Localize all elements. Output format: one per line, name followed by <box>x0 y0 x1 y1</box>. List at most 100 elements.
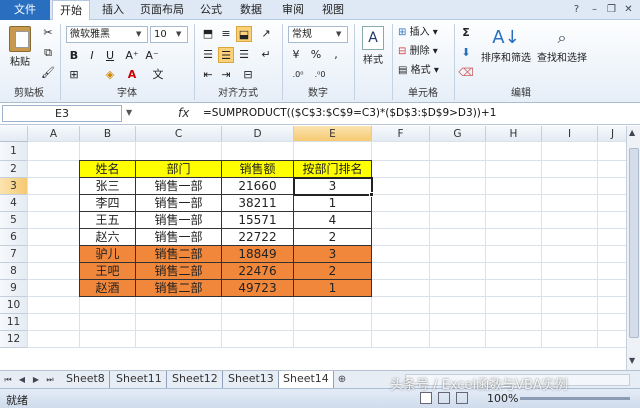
autosum-icon[interactable]: Σ <box>458 25 474 41</box>
restore-icon[interactable]: ❐ <box>605 3 618 16</box>
cut-icon[interactable]: ✂ <box>40 25 56 41</box>
increase-decimal-icon[interactable]: .0⁰ <box>290 67 306 83</box>
worksheet-grid[interactable]: A B C D E F G H I J 1 2 3 4 5 6 7 8 9 10 11 12 姓名 部门 销售额 按部门排名 张三销… <box>0 126 626 370</box>
table-cell[interactable]: 销售二部 <box>136 280 222 297</box>
normal-view-icon[interactable] <box>420 392 432 404</box>
table-cell[interactable]: 销售一部 <box>136 195 222 212</box>
table-cell[interactable]: 王吧 <box>80 263 136 280</box>
table-cell[interactable]: 15571 <box>222 212 294 229</box>
column-header-j[interactable]: J <box>598 126 626 142</box>
comma-icon[interactable]: , <box>328 47 344 63</box>
format-painter-icon[interactable]: 🖌 <box>40 65 56 81</box>
tab-home[interactable]: 开始 <box>52 0 90 21</box>
decrease-font-icon[interactable]: A⁻ <box>144 48 160 64</box>
orientation-icon[interactable]: ↗ <box>258 26 274 42</box>
percent-icon[interactable]: % <box>308 47 324 63</box>
copy-icon[interactable]: ⧉ <box>40 45 56 61</box>
bold-icon[interactable]: B <box>66 48 82 64</box>
align-left-icon[interactable]: ☰ <box>200 47 216 63</box>
page-layout-view-icon[interactable] <box>438 392 450 404</box>
tab-insert[interactable]: 插入 <box>98 0 128 20</box>
row-header-10[interactable]: 10 <box>0 297 28 314</box>
paste-button[interactable]: 粘贴 <box>6 26 34 70</box>
help-icon[interactable]: ? <box>570 3 583 16</box>
table-cell[interactable]: 李四 <box>80 195 136 212</box>
column-header-b[interactable]: B <box>80 126 136 142</box>
tab-page-layout[interactable]: 页面布局 <box>136 0 188 20</box>
fill-color-icon[interactable]: ◈ <box>102 67 118 83</box>
insert-function-icon[interactable]: fx <box>178 106 189 120</box>
table-cell[interactable]: 驴儿 <box>80 246 136 263</box>
select-all-corner[interactable] <box>0 126 28 142</box>
sheet-tab-sheet12[interactable]: Sheet12 <box>168 371 223 388</box>
merge-center-icon[interactable]: ⊟ <box>240 67 256 83</box>
column-header-d[interactable]: D <box>222 126 294 142</box>
table-header-cell[interactable]: 销售额 <box>222 161 294 178</box>
column-header-f[interactable]: F <box>372 126 430 142</box>
last-sheet-icon[interactable]: ⏭ <box>44 373 56 387</box>
zoom-slider[interactable] <box>520 397 630 400</box>
name-box[interactable]: E3 <box>2 105 122 122</box>
row-header-2[interactable]: 2 <box>0 161 28 178</box>
row-header-8[interactable]: 8 <box>0 263 28 280</box>
insert-sheet-icon[interactable]: ⊕ <box>336 373 348 387</box>
underline-icon[interactable]: U <box>102 48 118 64</box>
sort-filter-button[interactable]: A↓ 排序和筛选 <box>478 26 534 66</box>
tab-file[interactable]: 文件 <box>0 0 50 20</box>
table-cell[interactable]: 3 <box>294 246 372 263</box>
row-header-4[interactable]: 4 <box>0 195 28 212</box>
table-cell[interactable]: 1 <box>294 280 372 297</box>
table-cell[interactable]: 4 <box>294 212 372 229</box>
prev-sheet-icon[interactable]: ◀ <box>16 373 28 387</box>
sheet-tab-sheet13[interactable]: Sheet13 <box>224 371 279 388</box>
table-cell[interactable]: 1 <box>294 195 372 212</box>
decrease-indent-icon[interactable]: ⇤ <box>200 67 216 83</box>
minimize-ribbon-icon[interactable]: – <box>588 3 601 16</box>
table-header-cell[interactable]: 姓名 <box>80 161 136 178</box>
table-cell[interactable]: 22722 <box>222 229 294 246</box>
table-cell[interactable]: 销售二部 <box>136 246 222 263</box>
table-cell[interactable]: 销售二部 <box>136 263 222 280</box>
table-cell[interactable]: 销售一部 <box>136 212 222 229</box>
font-name-combo[interactable]: 微软雅黑 ▼ <box>66 26 148 43</box>
table-cell[interactable]: 49723 <box>222 280 294 297</box>
column-header-a[interactable]: A <box>28 126 80 142</box>
tab-view[interactable]: 视图 <box>318 0 348 20</box>
number-format-combo[interactable]: 常规 ▼ <box>288 26 348 43</box>
table-cell[interactable]: 王五 <box>80 212 136 229</box>
table-cell[interactable]: 张三 <box>80 178 136 195</box>
increase-font-icon[interactable]: A⁺ <box>124 48 140 64</box>
increase-indent-icon[interactable]: ⇥ <box>218 67 234 83</box>
column-header-e[interactable]: E <box>294 126 372 142</box>
tab-formulas[interactable]: 公式 <box>196 0 226 20</box>
font-color-icon[interactable]: A <box>124 67 140 83</box>
phonetic-icon[interactable]: 文 <box>150 67 166 83</box>
column-header-g[interactable]: G <box>430 126 486 142</box>
insert-cells-button[interactable]: ⊞ 插入 ▾ <box>398 26 438 40</box>
font-size-combo[interactable]: 10 ▼ <box>150 26 188 43</box>
table-cell[interactable]: 3 <box>294 178 372 195</box>
table-cell[interactable]: 2 <box>294 263 372 280</box>
row-header-12[interactable]: 12 <box>0 331 28 348</box>
row-header-11[interactable]: 11 <box>0 314 28 331</box>
row-header-3[interactable]: 3 <box>0 178 28 195</box>
format-cells-button[interactable]: ▤ 格式 ▾ <box>398 64 439 78</box>
decrease-decimal-icon[interactable]: .⁰0 <box>312 67 328 83</box>
table-cell[interactable]: 2 <box>294 229 372 246</box>
tab-data[interactable]: 数据 <box>236 0 266 20</box>
align-center-icon[interactable]: ☰ <box>218 47 234 63</box>
table-cell[interactable]: 赵酒 <box>80 280 136 297</box>
clear-icon[interactable]: ⌫ <box>458 65 474 81</box>
formula-input[interactable]: =SUMPRODUCT(($C$3:$C$9=C3)*($D$3:$D$9>D3… <box>203 107 496 119</box>
scroll-down-icon[interactable]: ▼ <box>629 356 635 365</box>
sheet-tab-sheet11[interactable]: Sheet11 <box>112 371 167 388</box>
row-header-5[interactable]: 5 <box>0 212 28 229</box>
row-header-1[interactable]: 1 <box>0 142 28 161</box>
border-icon[interactable]: ⊞ <box>66 67 82 83</box>
italic-icon[interactable]: I <box>84 48 100 64</box>
fill-handle[interactable] <box>369 192 374 197</box>
chevron-down-icon[interactable]: ▼ <box>126 108 132 117</box>
row-header-9[interactable]: 9 <box>0 280 28 297</box>
fill-icon[interactable]: ⬇ <box>458 45 474 61</box>
tab-review[interactable]: 审阅 <box>278 0 308 20</box>
